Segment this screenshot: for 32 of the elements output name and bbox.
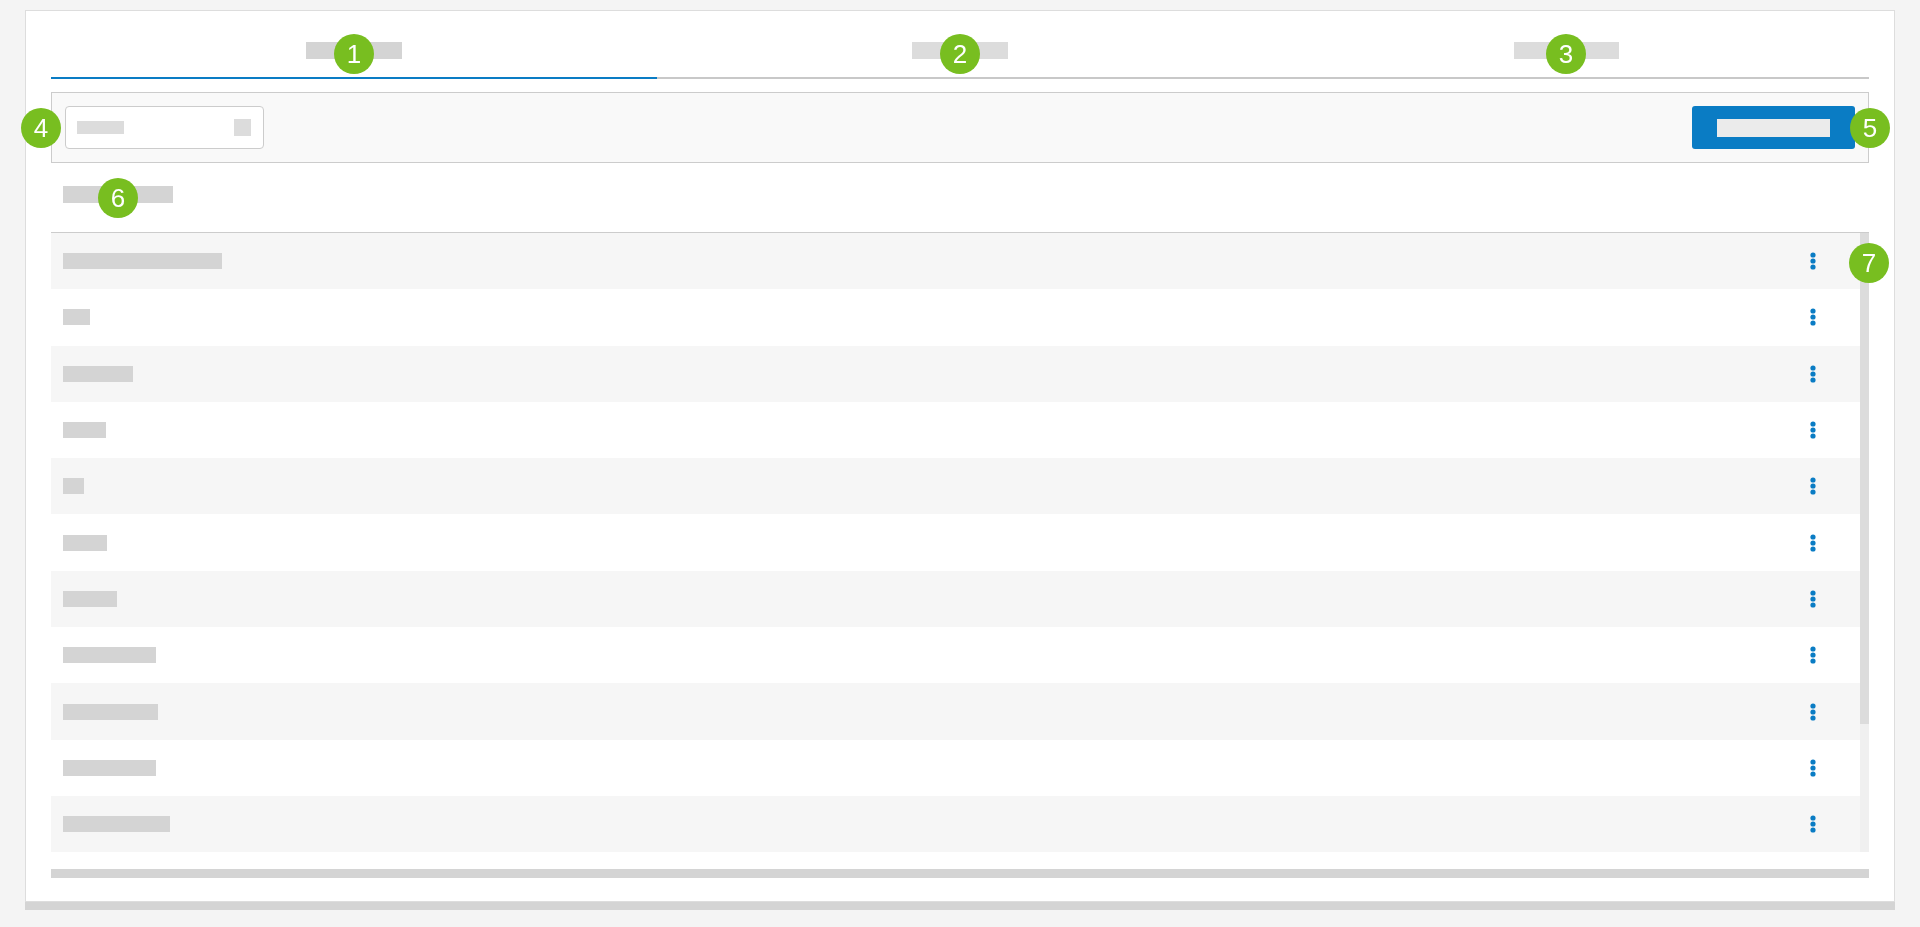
more-options-icon[interactable] [1810,533,1816,552]
text-placeholder [77,121,124,134]
callout-marker: 2 [940,34,980,74]
more-options-icon[interactable] [1810,589,1816,608]
more-options-icon[interactable] [1810,477,1816,496]
text-placeholder [63,365,133,382]
more-options-icon[interactable] [1810,421,1816,440]
text-placeholder [63,534,107,551]
callout-marker: 5 [1850,107,1890,148]
more-options-icon[interactable] [1810,364,1816,383]
field-icon [234,119,251,136]
text-placeholder [63,590,117,607]
action-button[interactable] [1692,106,1855,149]
text-placeholder [63,309,90,326]
tab[interactable]: 3 [1263,31,1869,79]
callout-marker: 7 [1849,243,1889,283]
callout-marker: 6 [98,177,138,218]
callout-marker: 1 [334,34,374,74]
tab[interactable]: 1 [51,31,657,79]
more-options-icon[interactable] [1810,252,1816,271]
more-options-icon[interactable] [1810,702,1816,721]
more-options-icon[interactable] [1810,758,1816,777]
text-placeholder [63,478,84,495]
search-field[interactable] [65,106,264,149]
text-placeholder [63,422,106,439]
callout-marker: 3 [1546,34,1586,74]
more-options-icon[interactable] [1810,308,1816,327]
more-options-icon[interactable] [1810,815,1816,834]
tab[interactable]: 2 [657,31,1263,79]
horizontal-scrollbar[interactable] [51,869,1869,879]
more-options-icon[interactable] [1810,646,1816,665]
callout-marker: 4 [21,107,61,148]
